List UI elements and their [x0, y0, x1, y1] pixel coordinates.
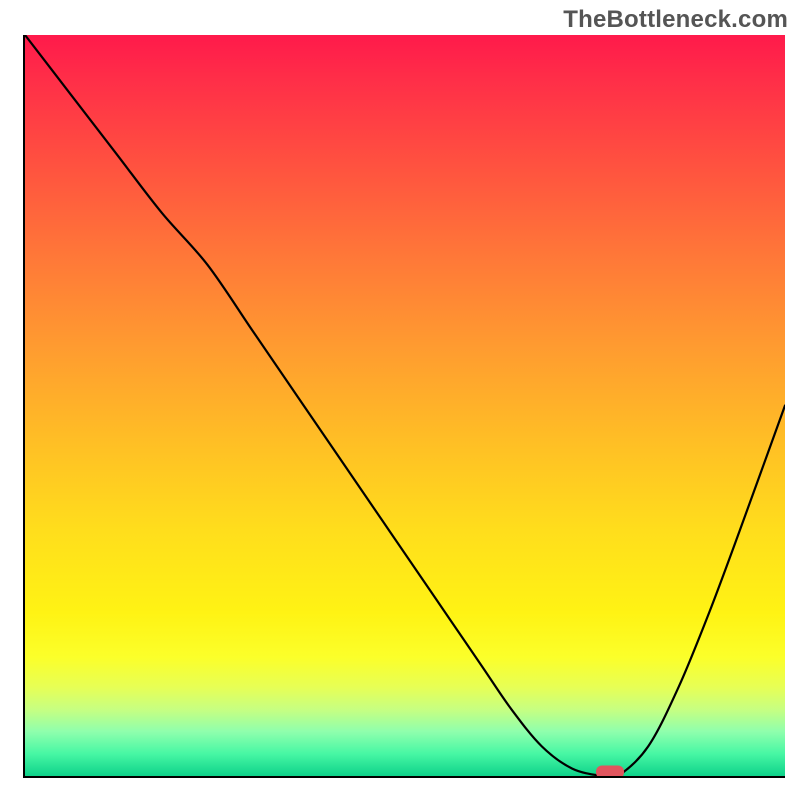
- plot-area: [23, 35, 785, 778]
- watermark-text: TheBottleneck.com: [563, 6, 788, 34]
- optimal-point-marker: [596, 766, 624, 779]
- chart-container: TheBottleneck.com: [0, 0, 800, 800]
- bottleneck-curve-path: [25, 35, 785, 776]
- chart-curve-svg: [25, 35, 785, 776]
